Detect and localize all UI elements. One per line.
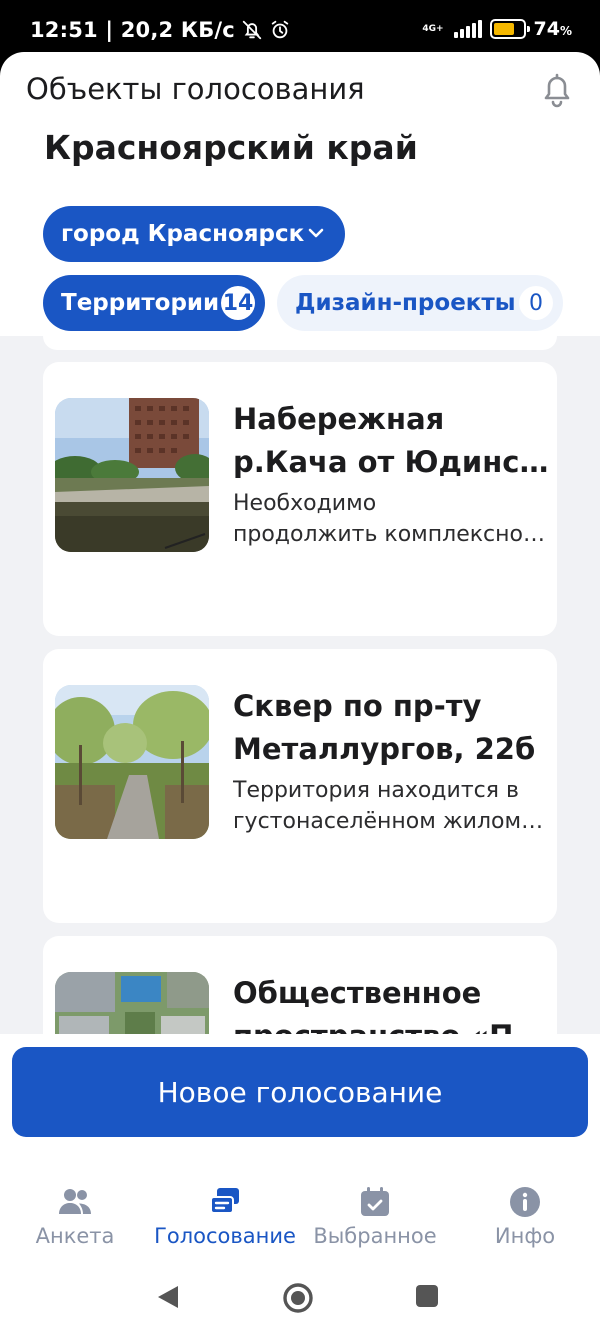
system-navigation (0, 1262, 600, 1332)
list-item[interactable]: Сквер по пр-ту Металлургов, 22б Территор… (43, 649, 557, 923)
bell-icon (544, 73, 570, 108)
item-photo (55, 972, 209, 1034)
nav-item-info[interactable]: Инфо (494, 1186, 556, 1248)
list-item[interactable]: Набережная р.Кача от Юдинского моста Нео… (43, 362, 557, 636)
nav-item-survey[interactable]: Анкета (36, 1186, 114, 1248)
status-left: 12:51 | 20,2 КБ/с (30, 18, 291, 42)
item-title: Сквер по пр-ту Металлургов, 22б (233, 689, 536, 766)
people-icon (59, 1189, 91, 1214)
home-icon[interactable] (282, 1282, 314, 1314)
bottom-navigation: Анкета Голосование Выбранное Инфо (0, 1172, 600, 1262)
city-select[interactable]: город Красноярск (43, 206, 345, 262)
item-description: Необходимо продолжить комплексное благоу… (233, 491, 549, 547)
tab-design-projects-label: Дизайн-проекты (295, 290, 516, 316)
status-right: 4G+ 74% (422, 18, 572, 40)
battery-fill (493, 23, 515, 35)
status-time-speed: 12:51 | 20,2 КБ/с (30, 18, 235, 42)
tab-design-projects[interactable]: Дизайн-проекты 0 (277, 275, 563, 331)
battery-percent: 74% (533, 18, 572, 40)
back-icon[interactable] (156, 1284, 180, 1310)
item-title: Общественное пространство «П (233, 976, 513, 1034)
item-title: Набережная р.Кача от Юдинского моста (233, 402, 549, 479)
info-icon (510, 1187, 540, 1217)
tab-territories-count: 14 (221, 286, 255, 320)
list-item[interactable]: Общественное пространство «П (43, 936, 557, 1034)
city-select-value: город Красноярск (61, 221, 305, 247)
card-peek (43, 336, 557, 350)
item-photo (55, 398, 209, 552)
recents-icon[interactable] (415, 1284, 439, 1308)
tab-territories[interactable]: Территории 14 (43, 275, 265, 331)
nav-item-voting[interactable]: Голосование (154, 1186, 296, 1248)
network-type: 4G+ (422, 23, 444, 34)
item-description: Территория находится в густонаселённом ж… (233, 778, 549, 834)
nav-item-favorites[interactable]: Выбранное (313, 1186, 437, 1248)
notifications-button[interactable] (536, 68, 578, 112)
item-photo (55, 685, 209, 839)
app-screen: Объекты голосования Красноярский край го… (0, 52, 600, 1332)
new-voting-button[interactable]: Новое голосование (12, 1047, 588, 1137)
battery-icon (489, 19, 530, 39)
page-title: Объекты голосования (26, 72, 365, 106)
ballot-icon (210, 1188, 239, 1214)
alarm-icon (271, 20, 289, 39)
bell-off-icon (242, 20, 262, 40)
chevron-down-icon (308, 228, 324, 238)
tab-territories-label: Территории (61, 290, 220, 316)
tab-design-projects-count: 0 (519, 286, 553, 320)
objects-list[interactable]: Набережная р.Кача от Юдинского моста Нео… (0, 336, 600, 1034)
signal-icon (453, 20, 482, 38)
calendar-check-icon (361, 1187, 389, 1216)
region-title: Красноярский край (44, 128, 418, 167)
